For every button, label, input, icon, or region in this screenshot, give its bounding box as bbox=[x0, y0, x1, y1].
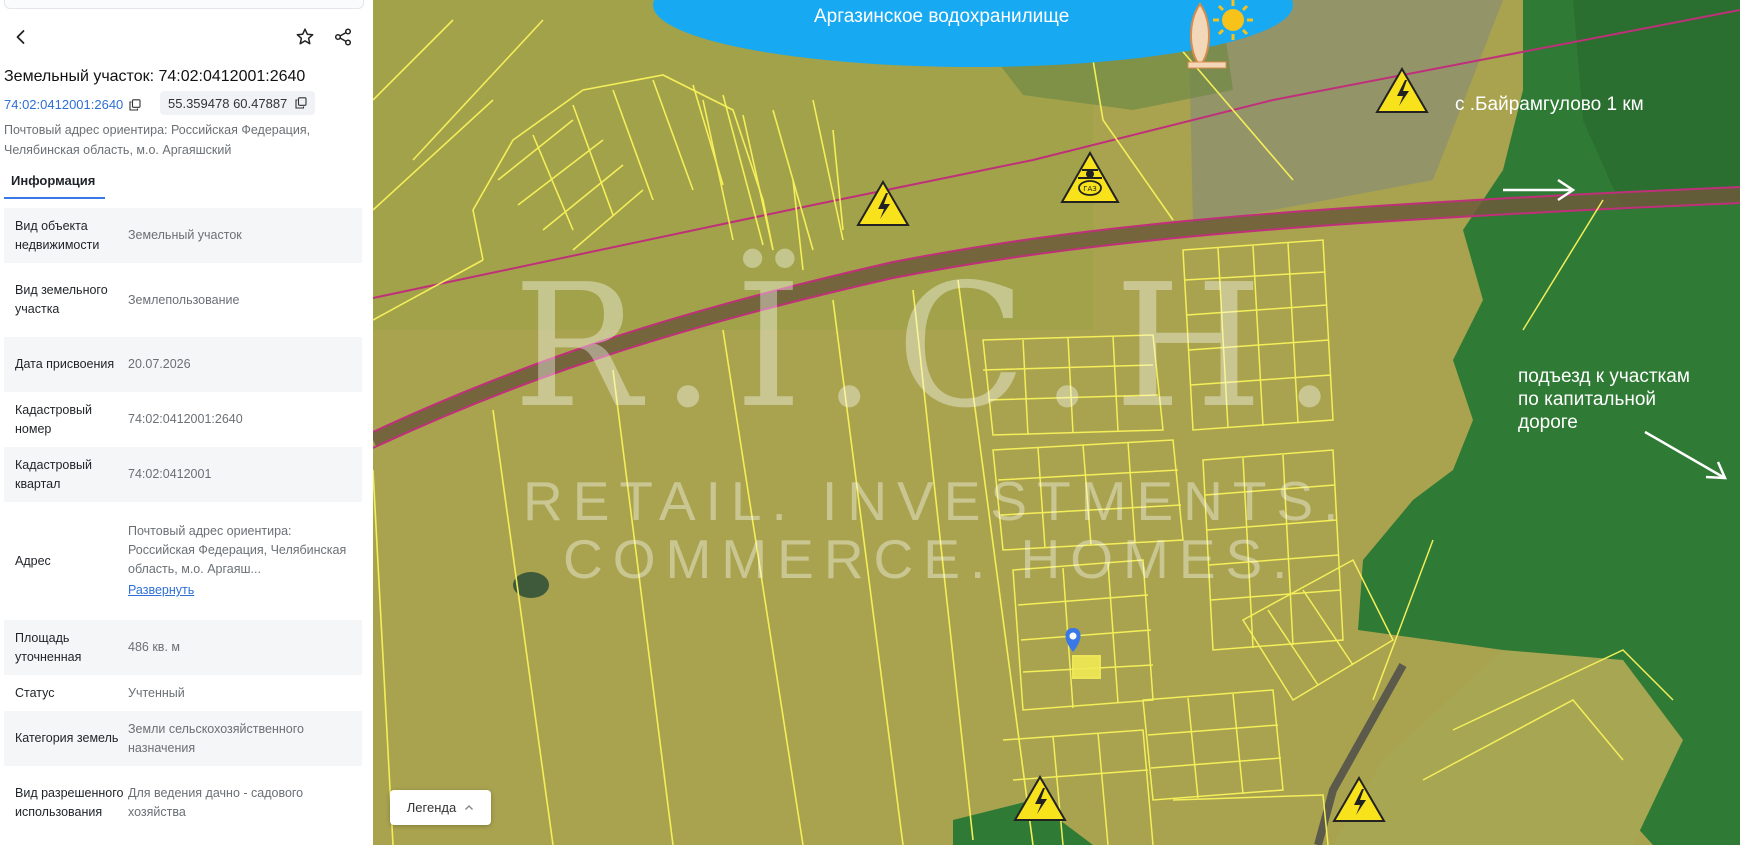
row-key: Категория земель bbox=[15, 731, 119, 745]
selected-plot bbox=[1072, 655, 1101, 679]
back-button[interactable] bbox=[6, 22, 36, 52]
row-value: Земельный участок bbox=[128, 228, 242, 242]
reservoir-label: Аргазинское водохранилище bbox=[814, 6, 1070, 27]
row-key: Вид разрешенного использования bbox=[15, 786, 124, 819]
copy-icon[interactable] bbox=[295, 97, 307, 109]
table-row: Вид объекта недвижимости Земельный участ… bbox=[4, 208, 362, 263]
map-view[interactable]: ГАЗ R.Ï.C.H. RETAIL. INVESTMENTS. COMMER… bbox=[373, 0, 1740, 845]
row-key: Адрес bbox=[15, 553, 51, 568]
plot-title: Земельный участок: 74:02:0412001:2640 bbox=[4, 68, 306, 85]
table-row: Площадь уточненная 486 кв. м bbox=[4, 620, 362, 675]
row-key: Вид объекта недвижимости bbox=[15, 218, 100, 252]
row-value: Земли сельскохозяйственного назначения bbox=[128, 721, 304, 755]
expand-link[interactable]: Развернуть bbox=[128, 581, 354, 600]
row-value: Для ведения дачно - садового хозяйства bbox=[128, 786, 304, 819]
row-key: Вид земельного участка bbox=[15, 283, 108, 316]
share-button[interactable] bbox=[328, 22, 358, 52]
row-value: 74:02:0412001:2640 bbox=[128, 412, 243, 426]
coordinates-chip[interactable]: 55.359478 60.47887 bbox=[160, 91, 316, 115]
favorite-button[interactable] bbox=[290, 22, 320, 52]
cadastral-number-link[interactable]: 74:02:0412001:2640 bbox=[4, 97, 141, 112]
star-icon bbox=[296, 28, 314, 45]
legend-label: Легенда bbox=[406, 800, 457, 815]
info-panel: Земельный участок: 74:02:0412001:2640 74… bbox=[0, 0, 373, 845]
watermark-line-2: COMMERCE. HOMES. bbox=[563, 528, 1298, 590]
table-row: Вид разрешенного использования Для веден… bbox=[4, 766, 362, 840]
row-value: 20.07.2026 bbox=[128, 357, 191, 371]
row-value: 486 кв. м bbox=[128, 640, 180, 654]
coordinates-text: 55.359478 60.47887 bbox=[168, 95, 288, 111]
table-row: Категория земель Земли сельскохозяйствен… bbox=[4, 711, 362, 766]
watermark-logo: R.Ï.C.H. bbox=[513, 248, 1357, 446]
chevron-left-icon bbox=[16, 30, 25, 44]
copy-icon[interactable] bbox=[129, 98, 141, 111]
table-row: Дата присвоения 20.07.2026 bbox=[4, 337, 362, 392]
row-key: Кадастровый квартал bbox=[15, 457, 92, 491]
row-value: 74:02:0412001 bbox=[128, 467, 212, 481]
legend-button[interactable]: Легенда bbox=[390, 790, 491, 825]
tab-information[interactable]: Информация bbox=[4, 168, 105, 199]
table-row: Адрес Почтовый адрес ориентира: Российск… bbox=[4, 502, 362, 620]
chevron-up-icon bbox=[465, 804, 474, 810]
watermark-line-1: RETAIL. INVESTMENTS. bbox=[523, 470, 1349, 532]
share-icon bbox=[334, 28, 352, 46]
table-row: Кадастровый номер 74:02:0412001:2640 bbox=[4, 392, 362, 447]
row-key: Дата присвоения bbox=[15, 357, 115, 371]
panel-top-strip bbox=[4, 0, 364, 9]
road-access-label: подъезд к участкам по капитальной дороге bbox=[1518, 366, 1690, 433]
cadastral-number-text[interactable]: 74:02:0412001:2640 bbox=[4, 97, 123, 112]
postal-address: Почтовый адрес ориентира: Российская Фед… bbox=[4, 123, 311, 157]
village-distance-label: с .Байрамгулово 1 км bbox=[1455, 94, 1644, 115]
table-row: Статус Учтенный bbox=[4, 675, 362, 711]
row-key: Статус bbox=[15, 685, 55, 700]
row-key: Площадь уточненная bbox=[15, 630, 82, 664]
row-value: Почтовый адрес ориентира: Российская Фед… bbox=[128, 522, 354, 600]
table-row: Кадастровый квартал 74:02:0412001 bbox=[4, 447, 362, 502]
sun-icon bbox=[1213, 0, 1253, 40]
row-key: Кадастровый номер bbox=[15, 402, 92, 436]
row-value: Учтенный bbox=[128, 685, 185, 700]
info-table: Вид объекта недвижимости Земельный участ… bbox=[4, 208, 362, 840]
address-value: Почтовый адрес ориентира: Российская Фед… bbox=[128, 524, 347, 576]
row-value: Землепользование bbox=[128, 292, 240, 307]
table-row: Вид земельного участка Землепользование bbox=[4, 263, 362, 337]
gas-sign-text: ГАЗ bbox=[1083, 185, 1097, 193]
